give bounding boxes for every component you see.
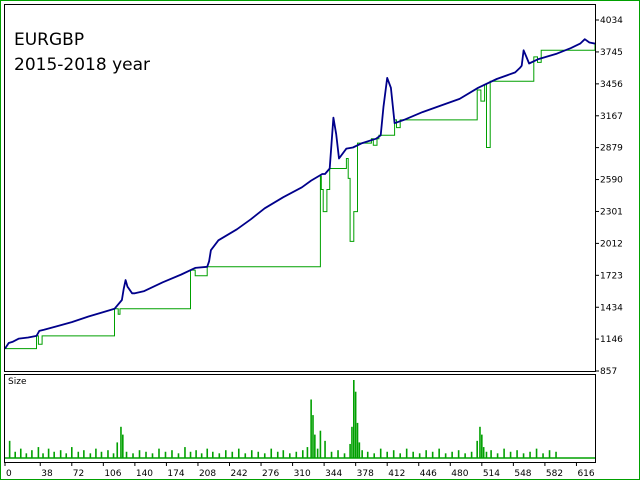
y-tick-label: 3167 — [600, 112, 623, 122]
x-tick-label: 106 — [104, 469, 121, 479]
y-tick-label: 2301 — [600, 207, 623, 217]
x-tick-label: 582 — [546, 469, 563, 479]
x-tick-label: 310 — [294, 469, 311, 479]
y-tick-label: 4034 — [600, 16, 623, 26]
y-axis: 4034 3745 3456 3167 2879 2590 2301 2012 1723 1434… — [595, 16, 623, 377]
chart-title: EURGBP — [14, 30, 84, 50]
size-panel-frame — [4, 374, 596, 463]
chart-subtitle: 2015-2018 year — [14, 55, 150, 75]
y-tick-label: 2590 — [600, 176, 623, 186]
y-tick-label: 2879 — [600, 144, 623, 154]
x-tick-label: 72 — [73, 469, 84, 479]
y-tick-label: 1146 — [600, 335, 623, 345]
x-tick-label: 208 — [199, 469, 216, 479]
y-tick-label: 2012 — [600, 239, 623, 249]
x-tick-label: 242 — [230, 469, 247, 479]
y-tick-label: 1434 — [600, 303, 623, 313]
x-tick-label: 616 — [577, 469, 594, 479]
y-tick-label: 3745 — [600, 48, 623, 58]
y-tick-label: 1723 — [600, 271, 623, 281]
x-tick-label: 38 — [41, 469, 53, 479]
x-tick-label: 548 — [514, 469, 531, 479]
x-tick-label: 174 — [167, 469, 184, 479]
x-tick-label: 276 — [262, 469, 279, 479]
y-tick-label: 857 — [600, 367, 617, 377]
x-tick-label: 378 — [357, 469, 374, 479]
size-panel-label: Size — [8, 377, 27, 387]
x-tick-label: 446 — [420, 469, 437, 479]
x-tick-label: 514 — [483, 469, 500, 479]
y-tick-label: 3456 — [600, 80, 623, 90]
x-tick-label: 344 — [325, 469, 342, 479]
x-axis: 0 38 72 106 140 174 208 242 276 310 344 378 412 446 48… — [4, 462, 595, 479]
x-tick-label: 480 — [451, 469, 468, 479]
x-tick-label: 412 — [388, 469, 405, 479]
x-tick-label: 140 — [136, 469, 153, 479]
chart-canvas: EURGBP 2015-2018 year Size 4034 3745 3456 3… — [0, 0, 640, 480]
x-tick-label: 0 — [6, 469, 12, 479]
